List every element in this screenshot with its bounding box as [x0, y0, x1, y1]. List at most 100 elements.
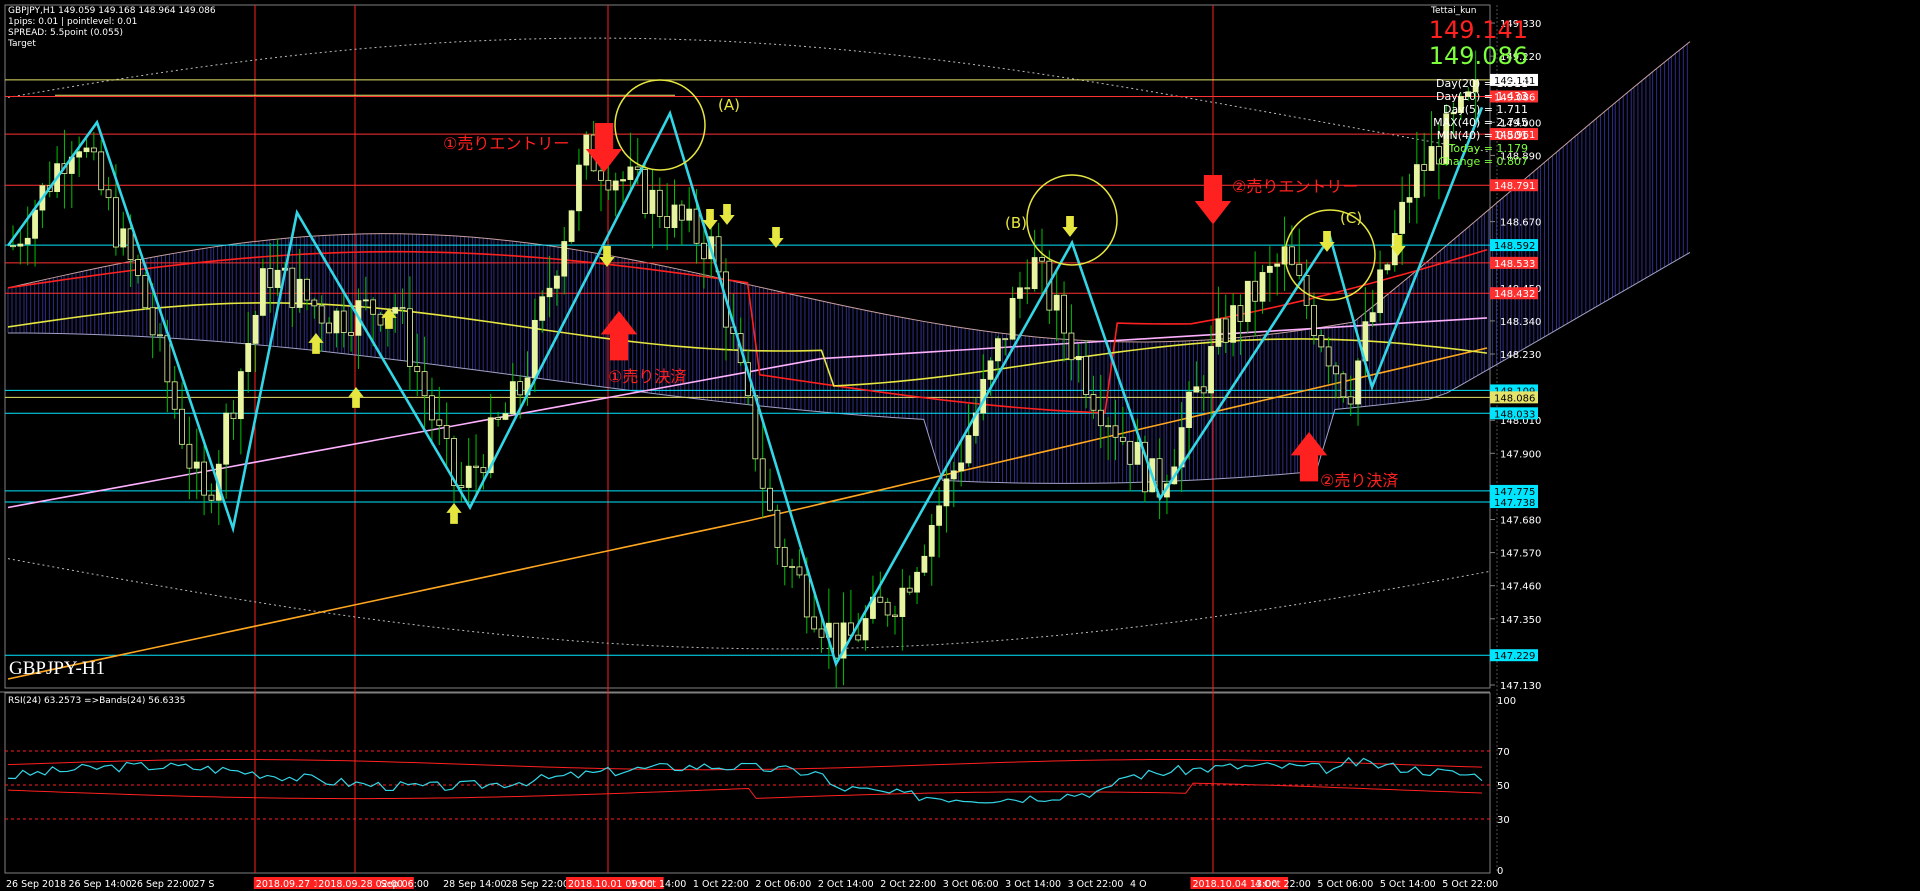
candle-body [995, 338, 1001, 362]
time-label: 5 Oct 22:00 [1442, 879, 1498, 890]
candle-body [1075, 356, 1082, 361]
sell-entry-arrow-2 [1194, 175, 1232, 225]
label-c: (C) [1340, 209, 1362, 227]
candle-body [605, 179, 612, 191]
candle-body [1399, 201, 1406, 234]
candle-body [370, 299, 377, 315]
candle-body [1009, 297, 1016, 340]
candle-body [1266, 265, 1273, 273]
time-label: 4 O [1130, 879, 1147, 890]
candle-body [340, 310, 347, 333]
price-tag-label: 147.229 [1494, 651, 1535, 662]
price-tag-label: 147.738 [1494, 498, 1535, 509]
price-tag-label: 148.432 [1494, 289, 1535, 300]
candle-body [1053, 294, 1060, 311]
candle-body [598, 170, 604, 181]
main-plot-frame [4, 4, 1491, 689]
candle-body [627, 166, 634, 180]
candle-body [429, 395, 435, 421]
close1-label: ①売り決済 [608, 367, 686, 386]
rsi-line [7, 756, 1483, 804]
candle-body [171, 381, 178, 410]
candle-body [958, 462, 965, 472]
candle-body [127, 228, 134, 260]
candle-body [1406, 197, 1413, 203]
price-tag-label: 148.533 [1494, 259, 1535, 270]
candle-body [1083, 356, 1089, 395]
rsi-plot-frame [4, 692, 1491, 874]
candle-body [803, 574, 810, 618]
candle-body [693, 208, 700, 244]
time-label: 26 Sep 2018 [6, 879, 66, 890]
candle-body [274, 269, 281, 288]
candle-body [164, 335, 171, 383]
stat-line: Day(10) = 1.433 [1435, 90, 1528, 103]
candle-body [1318, 335, 1325, 348]
candle-body [1002, 338, 1009, 341]
rsi-tick-label: 0 [1497, 866, 1503, 877]
price-tag-label: 148.033 [1494, 409, 1535, 420]
candle-body [1311, 304, 1317, 336]
time-label: 2 Oct 14:00 [818, 879, 874, 890]
time-label: 28 Sep 22:00 [506, 879, 569, 890]
candle-body [781, 546, 788, 567]
candle-body [568, 210, 575, 242]
candle-body [509, 381, 516, 415]
highlight-circle [614, 79, 706, 171]
candle-body [201, 461, 208, 496]
candle-body [789, 566, 795, 568]
candle-body [987, 360, 994, 380]
candle-body [465, 465, 472, 488]
candle-body [83, 147, 90, 153]
candle-body [1230, 305, 1236, 343]
candle-body [179, 408, 185, 445]
candle-body [1377, 269, 1383, 314]
symbol-line: GBPJPY,H1 149.059 149.168 148.964 149.08… [8, 6, 216, 16]
rsi-tick-label: 100 [1497, 696, 1516, 707]
candle-body [877, 596, 884, 603]
candle-body [1296, 263, 1303, 276]
time-label: 26 Sep 22:00 [131, 879, 194, 890]
candle-body [149, 307, 156, 336]
candle-body [833, 622, 840, 659]
candle-body [678, 204, 685, 221]
chart-canvas[interactable]: (A) (B) (C) ①売りエントリー ①売り決済 ②売りエントリー ②売り決済 149.… [0, 0, 1920, 891]
candle-body [576, 164, 582, 212]
candle-body [634, 166, 641, 170]
entry2-label: ②売りエントリー [1232, 177, 1358, 196]
label-b: (B) [1005, 214, 1027, 232]
candle-body [1355, 360, 1361, 405]
candle-body [296, 278, 303, 308]
candle-body [759, 458, 766, 489]
target-info: Target [8, 39, 36, 49]
yellow-down-arrow [719, 204, 735, 225]
candle-body [1259, 272, 1266, 302]
candle-body [1208, 346, 1214, 394]
candle-body [495, 417, 502, 420]
candle-body [443, 424, 450, 439]
price-tick-label: 148.340 [1500, 317, 1541, 328]
candle-body [1252, 280, 1259, 302]
spread-info: SPREAD: 5.5point (0.055) [8, 28, 123, 38]
candle-body [928, 524, 935, 557]
time-label: 4 Oct 22:00 [1255, 879, 1311, 890]
time-label: 3 Oct 06:00 [943, 879, 999, 890]
yellow-up-arrow [446, 503, 462, 524]
stat-line: Day(5) = 1.711 [1442, 103, 1528, 116]
candle-body [1325, 346, 1332, 367]
candle-body [1097, 409, 1104, 427]
candle-body [1215, 318, 1222, 347]
candle-body [502, 413, 509, 420]
candle-body [348, 332, 355, 336]
price-tick-label: 147.680 [1500, 516, 1541, 527]
rsi-header: RSI(24) 63.2573 =>Bands(24) 56.6335 [8, 696, 186, 706]
candle-body [818, 628, 825, 638]
candle-body [855, 634, 862, 641]
candle-body [531, 319, 538, 379]
candle-body [414, 366, 421, 373]
candle-body [906, 587, 913, 593]
candle-body [245, 343, 252, 372]
candle-body [517, 381, 524, 396]
author-label: Tettai_kun [1431, 6, 1477, 16]
stat-line: MIN(40) = 0.501 [1436, 129, 1528, 142]
